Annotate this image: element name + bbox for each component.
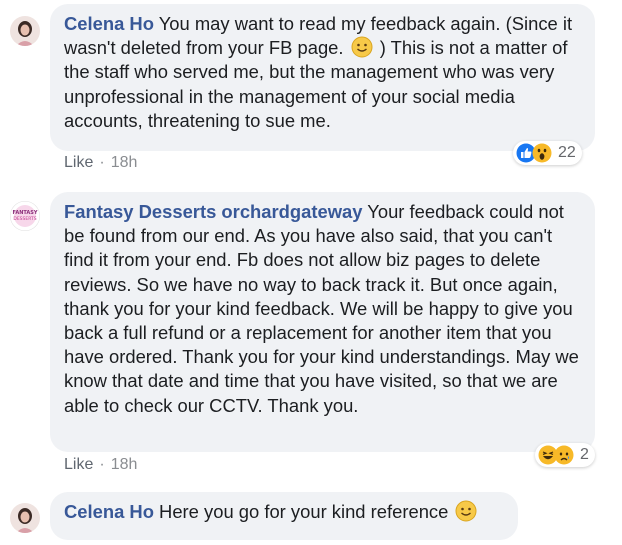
like-button[interactable]: Like — [64, 154, 93, 172]
smiley-emoji-icon — [351, 36, 373, 58]
comment-text: Here you go for your kind reference — [153, 501, 454, 522]
smiley-emoji-icon — [455, 500, 477, 522]
comment-bubble-1: Celena Ho You may want to read my feedba… — [50, 4, 595, 151]
comment-author[interactable]: Celena Ho — [64, 13, 154, 34]
reaction-count: 22 — [558, 144, 576, 161]
avatar-celena-ho[interactable] — [10, 503, 40, 533]
svg-text:FANTASY: FANTASY — [12, 210, 37, 216]
avatar-fantasy-desserts[interactable]: FANTASY DESSERTS — [10, 201, 40, 231]
reaction-summary-2[interactable]: 2 — [535, 443, 595, 467]
comment-time[interactable]: 18h — [111, 456, 138, 474]
avatar-celena-ho[interactable] — [10, 16, 40, 46]
comment-author[interactable]: Celena Ho — [64, 501, 154, 522]
comment-meta-2: Like · 18h — [64, 456, 137, 474]
comment-text: Your feedback could not be found from ou… — [64, 201, 579, 416]
svg-text:DESSERTS: DESSERTS — [13, 216, 36, 222]
comment-time[interactable]: 18h — [111, 154, 138, 172]
comment-thread: Celena Ho You may want to read my feedba… — [0, 0, 622, 545]
sad-icon — [554, 445, 574, 465]
separator-dot: · — [99, 154, 105, 171]
wow-icon — [532, 143, 552, 163]
comment-meta-1: Like · 18h — [64, 154, 137, 172]
reaction-count: 2 — [580, 446, 589, 463]
comment-bubble-3: Celena Ho Here you go for your kind refe… — [50, 492, 518, 540]
reaction-summary-1[interactable]: 22 — [513, 141, 582, 165]
separator-dot: · — [99, 456, 105, 473]
comment-bubble-2: Fantasy Desserts orchardgateway Your fee… — [50, 192, 595, 452]
like-button[interactable]: Like — [64, 456, 93, 474]
comment-author[interactable]: Fantasy Desserts orchardgateway — [64, 201, 362, 222]
